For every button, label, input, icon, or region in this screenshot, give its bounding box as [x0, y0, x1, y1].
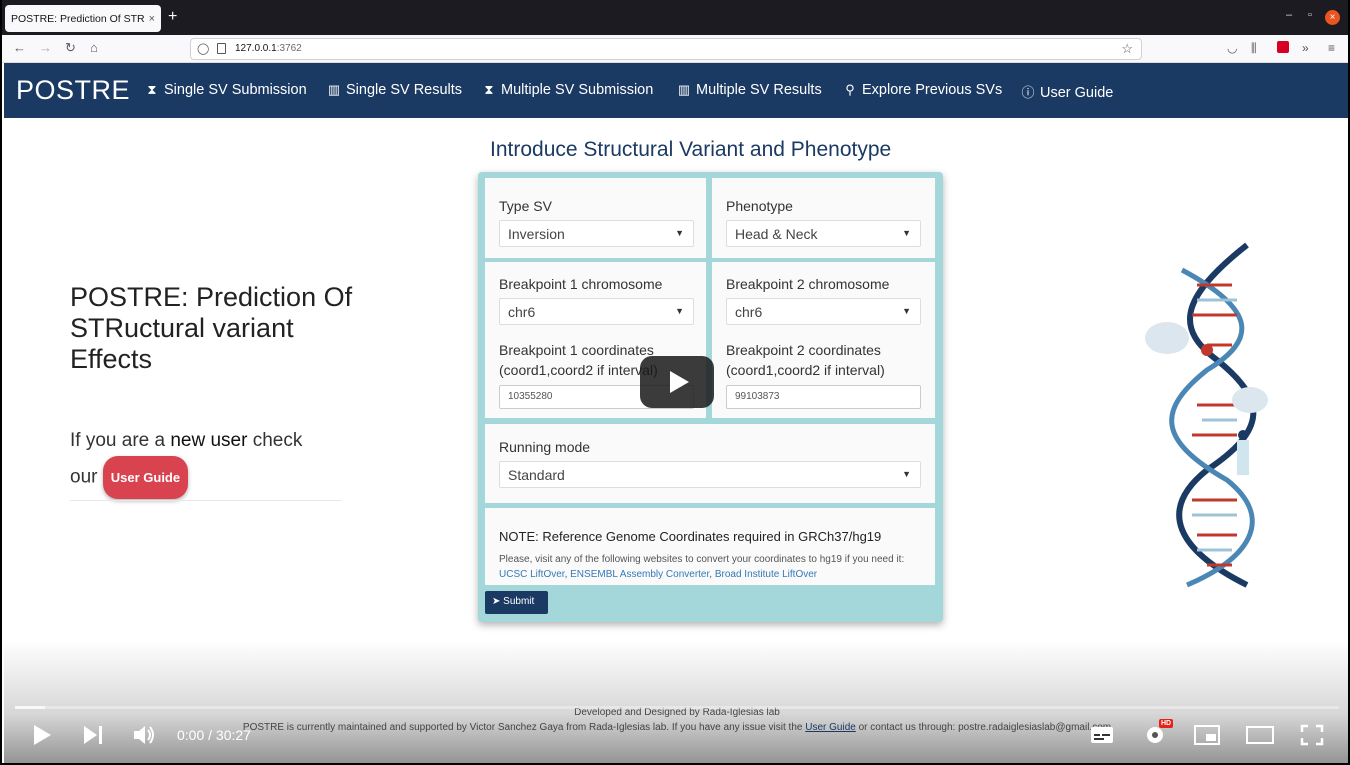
app-navbar: POSTRE ⧗ Single SV Submission ▥ Single SV … — [4, 63, 1348, 118]
note-title: NOTE: Reference Genome Coordinates requi… — [499, 529, 882, 544]
window-close-icon[interactable]: × — [1325, 10, 1340, 25]
nav-multiple-sv-submission[interactable]: ⧗ Multiple SV Submission — [482, 82, 653, 98]
bp2-chromosome-select[interactable]: chr6 ▼ — [726, 298, 921, 325]
search-icon: ⚲ — [845, 82, 855, 97]
subtitles-icon[interactable] — [1090, 725, 1114, 745]
nav-single-sv-submission[interactable]: ⧗ Single SV Submission — [145, 82, 306, 98]
bp1-coordinates-label: Breakpoint 1 coordinates — [499, 342, 654, 358]
nav-single-sv-results[interactable]: ▥ Single SV Results — [327, 82, 462, 98]
caret-down-icon: ▼ — [902, 228, 911, 238]
pocket-icon[interactable]: ◡ — [1227, 41, 1237, 55]
bookmark-star-icon[interactable]: ☆ — [1121, 41, 1133, 57]
broad-liftover-link[interactable]: Broad Institute LiftOver — [715, 569, 817, 580]
new-tab-icon[interactable]: + — [168, 8, 177, 26]
overflow-icon[interactable]: » — [1302, 41, 1309, 55]
ensembl-converter-link[interactable]: ENSEMBL Assembly Converter — [570, 569, 709, 580]
nav-multiple-sv-results[interactable]: ▥ Multiple SV Results — [677, 82, 822, 98]
caret-down-icon: ▼ — [675, 228, 684, 238]
phenotype-select[interactable]: Head & Neck ▼ — [726, 220, 921, 247]
minimize-icon[interactable]: – — [1286, 9, 1292, 21]
user-guide-button[interactable]: User Guide — [102, 456, 189, 499]
hero-subtitle: If you are a new user check our User Gui… — [70, 425, 360, 499]
next-icon[interactable] — [83, 725, 105, 745]
type-sv-label: Type SV — [499, 198, 552, 214]
bp2-coordinates-input[interactable]: 99103873 — [726, 385, 921, 409]
running-mode-label: Running mode — [499, 439, 591, 455]
note-text: Please, visit any of the following websi… — [499, 554, 905, 580]
browser-window: POSTRE: Prediction Of STRu × + – ▫ × ← →… — [0, 0, 1350, 765]
submit-button[interactable]: ➤ Submit — [485, 591, 548, 614]
form-title: Introduce Structural Variant and Phenoty… — [490, 138, 892, 161]
hourglass-icon: ⧗ — [147, 82, 157, 97]
phenotype-label: Phenotype — [726, 198, 793, 214]
tab-close-icon[interactable]: × — [149, 13, 155, 25]
caret-down-icon: ▼ — [902, 469, 911, 479]
footer-user-guide-link[interactable]: User Guide — [805, 722, 856, 733]
browser-toolbar: ← → ↻ ⌂ ◯ 127.0.0.1:3762 ☆ ◡ ⫼ » ≡ — [2, 35, 1348, 63]
library-icon[interactable]: ⫼ — [1251, 41, 1257, 56]
buffered-bar — [15, 706, 45, 709]
phenotype-panel: Phenotype Head & Neck ▼ — [712, 178, 935, 258]
nav-user-guide[interactable]: ⓘ User Guide — [1021, 82, 1113, 101]
caret-down-icon: ▼ — [675, 306, 684, 316]
info-icon: ⓘ — [1021, 85, 1035, 100]
note-panel: NOTE: Reference Genome Coordinates requi… — [485, 508, 935, 585]
bp2-chromosome-label: Breakpoint 2 chromosome — [726, 276, 890, 292]
play-icon — [670, 371, 689, 393]
page-icon — [217, 43, 226, 54]
caret-down-icon: ▼ — [902, 306, 911, 316]
bp1-coordinates-hint: (coord1,coord2 if interval) — [499, 362, 658, 378]
bp2-coordinates-hint: (coord1,coord2 if interval) — [726, 362, 885, 378]
url-bar[interactable]: ◯ 127.0.0.1:3762 ☆ — [190, 38, 1142, 60]
menu-icon[interactable]: ≡ — [1328, 41, 1335, 55]
bar-chart-icon: ▥ — [327, 82, 341, 97]
browser-tab-bar: POSTRE: Prediction Of STRu × + – ▫ × — [2, 0, 1348, 35]
dna-illustration — [1145, 242, 1268, 588]
fullscreen-icon[interactable] — [1300, 724, 1324, 746]
video-play-overlay[interactable] — [640, 356, 714, 408]
type-sv-select[interactable]: Inversion ▼ — [499, 220, 694, 247]
hourglass-icon: ⧗ — [484, 82, 494, 97]
shield-icon[interactable]: ◯ — [197, 42, 209, 55]
theater-mode-icon[interactable] — [1246, 726, 1274, 744]
divider — [70, 500, 342, 501]
play-button-icon[interactable] — [32, 724, 52, 746]
breakpoint-2-panel: Breakpoint 2 chromosome chr6 ▼ Breakpoint… — [712, 262, 935, 418]
miniplayer-icon[interactable] — [1194, 725, 1220, 745]
extension-icon[interactable] — [1277, 41, 1289, 53]
browser-tab[interactable]: POSTRE: Prediction Of STRu × — [5, 5, 161, 32]
back-icon[interactable]: ← — [13, 40, 26, 55]
volume-icon[interactable] — [133, 724, 157, 746]
bar-chart-icon: ▥ — [677, 82, 691, 97]
ucsc-liftover-link[interactable]: UCSC LiftOver — [499, 569, 565, 580]
running-mode-panel: Running mode Standard ▼ — [485, 424, 935, 503]
nav-explore-previous-svs[interactable]: ⚲ Explore Previous SVs — [843, 82, 1002, 98]
bp1-chromosome-label: Breakpoint 1 chromosome — [499, 276, 663, 292]
running-mode-select[interactable]: Standard ▼ — [499, 461, 921, 488]
brand-logo[interactable]: POSTRE — [16, 75, 130, 106]
send-icon: ➤ — [492, 596, 501, 607]
maximize-icon[interactable]: ▫ — [1308, 9, 1312, 21]
reload-icon[interactable]: ↻ — [65, 40, 76, 56]
bp1-chromosome-select[interactable]: chr6 ▼ — [499, 298, 694, 325]
forward-icon[interactable]: → — [39, 40, 52, 55]
bp2-coordinates-label: Breakpoint 2 coordinates — [726, 342, 881, 358]
video-progress-bar[interactable] — [15, 706, 1339, 709]
hd-badge: HD — [1159, 719, 1174, 728]
url-text: 127.0.0.1:3762 — [235, 43, 302, 54]
tab-title: POSTRE: Prediction Of STRu — [11, 12, 145, 25]
type-sv-panel: Type SV Inversion ▼ — [485, 178, 706, 258]
video-time: 0:00 / 30:27 — [177, 727, 251, 743]
hero-title: POSTRE: Prediction Of STRuctural variant… — [70, 282, 353, 374]
home-icon[interactable]: ⌂ — [90, 40, 98, 55]
